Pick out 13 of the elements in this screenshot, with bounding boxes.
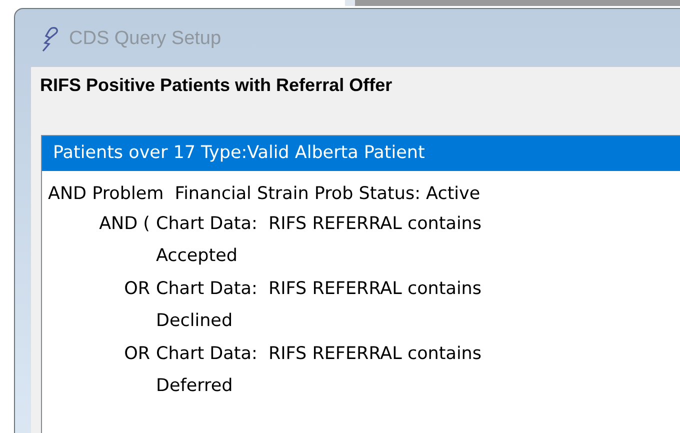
- window-title: CDS Query Setup: [69, 28, 222, 50]
- operator-label: AND (: [98, 213, 151, 236]
- criteria-row[interactable]: Patients over 17 Type:Valid Alberta Patient: [42, 136, 680, 171]
- operator-label: OR: [123, 278, 151, 301]
- operator-label: OR: [123, 343, 151, 366]
- criteria-text: Declined: [156, 310, 234, 333]
- criteria-row[interactable]: AND Problem Financial Strain Prob Status: Active: [42, 171, 680, 207]
- criteria-text: Deferred: [156, 375, 234, 398]
- criteria-text: Chart Data: RIFS REFERRAL contains: [156, 213, 482, 236]
- criteria-text: Chart Data: RIFS REFERRAL contains: [156, 343, 482, 366]
- criteria-text: Chart Data: RIFS REFERRAL contains: [156, 278, 482, 301]
- criteria-text: Accepted: [156, 245, 239, 268]
- query-name: RIFS Positive Patients with Referral Offer: [40, 75, 394, 96]
